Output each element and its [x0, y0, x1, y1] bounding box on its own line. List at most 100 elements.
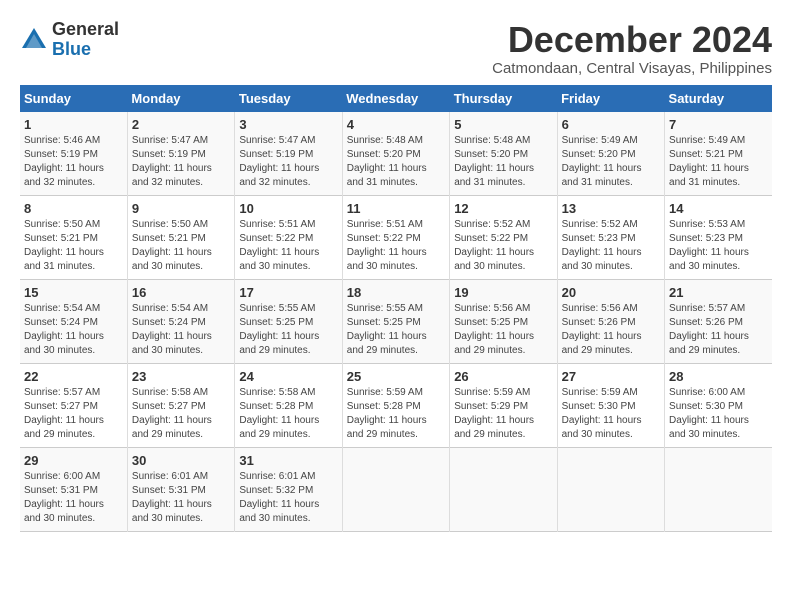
- day-info: Sunrise: 5:54 AMSunset: 5:24 PMDaylight:…: [24, 302, 123, 358]
- day-number: 10: [239, 201, 337, 216]
- day-number: 28: [669, 369, 768, 384]
- header-row: SundayMondayTuesdayWednesdayThursdayFrid…: [20, 85, 772, 112]
- day-info: Sunrise: 5:59 AMSunset: 5:29 PMDaylight:…: [454, 386, 552, 442]
- day-cell: 26 Sunrise: 5:59 AMSunset: 5:29 PMDayligh…: [450, 363, 557, 447]
- day-info: Sunrise: 5:50 AMSunset: 5:21 PMDaylight:…: [132, 218, 230, 274]
- logo-general: General: [52, 19, 119, 39]
- day-cell: 12 Sunrise: 5:52 AMSunset: 5:22 PMDayligh…: [450, 195, 557, 279]
- day-number: 23: [132, 369, 230, 384]
- logo-text: General Blue: [52, 20, 119, 60]
- day-cell: 21Sunrise: 5:57 AMSunset: 5:26 PMDayligh…: [665, 279, 772, 363]
- week-row-1: 1 Sunrise: 5:46 AMSunset: 5:19 PMDaylight…: [20, 112, 772, 196]
- day-number: 3: [239, 117, 337, 132]
- day-info: Sunrise: 5:50 AMSunset: 5:21 PMDaylight:…: [24, 218, 123, 274]
- day-cell: 14Sunrise: 5:53 AMSunset: 5:23 PMDayligh…: [665, 195, 772, 279]
- day-info: Sunrise: 5:51 AMSunset: 5:22 PMDaylight:…: [239, 218, 337, 274]
- logo-blue: Blue: [52, 39, 91, 59]
- day-cell: 8 Sunrise: 5:50 AMSunset: 5:21 PMDaylight…: [20, 195, 127, 279]
- day-number: 19: [454, 285, 552, 300]
- day-info: Sunrise: 6:01 AMSunset: 5:31 PMDaylight:…: [132, 470, 230, 526]
- day-cell: [665, 447, 772, 531]
- day-number: 7: [669, 117, 768, 132]
- day-number: 16: [132, 285, 230, 300]
- week-row-3: 15Sunrise: 5:54 AMSunset: 5:24 PMDayligh…: [20, 279, 772, 363]
- day-cell: 6 Sunrise: 5:49 AMSunset: 5:20 PMDaylight…: [557, 112, 664, 196]
- day-cell: 2 Sunrise: 5:47 AMSunset: 5:19 PMDaylight…: [127, 112, 234, 196]
- day-info: Sunrise: 6:01 AMSunset: 5:32 PMDaylight:…: [239, 470, 337, 526]
- calendar-subtitle: Catmondaan, Central Visayas, Philippines: [492, 60, 772, 77]
- day-cell: 19 Sunrise: 5:56 AMSunset: 5:25 PMDayligh…: [450, 279, 557, 363]
- day-cell: [342, 447, 449, 531]
- day-info: Sunrise: 5:52 AMSunset: 5:22 PMDaylight:…: [454, 218, 552, 274]
- day-info: Sunrise: 5:48 AMSunset: 5:20 PMDaylight:…: [454, 134, 552, 190]
- day-cell: 10 Sunrise: 5:51 AMSunset: 5:22 PMDayligh…: [235, 195, 342, 279]
- header: General Blue December 2024 Catmondaan, C…: [20, 20, 772, 77]
- day-cell: 23 Sunrise: 5:58 AMSunset: 5:27 PMDayligh…: [127, 363, 234, 447]
- day-cell: 31Sunrise: 6:01 AMSunset: 5:32 PMDayligh…: [235, 447, 342, 531]
- day-number: 22: [24, 369, 123, 384]
- day-header-sunday: Sunday: [20, 85, 127, 112]
- day-number: 30: [132, 453, 230, 468]
- day-cell: 15Sunrise: 5:54 AMSunset: 5:24 PMDayligh…: [20, 279, 127, 363]
- logo: General Blue: [20, 20, 119, 60]
- day-number: 8: [24, 201, 123, 216]
- day-cell: 30 Sunrise: 6:01 AMSunset: 5:31 PMDayligh…: [127, 447, 234, 531]
- title-section: December 2024 Catmondaan, Central Visaya…: [492, 20, 772, 77]
- week-row-5: 29 Sunrise: 6:00 AMSunset: 5:31 PMDayligh…: [20, 447, 772, 531]
- day-header-wednesday: Wednesday: [342, 85, 449, 112]
- day-cell: 5Sunrise: 5:48 AMSunset: 5:20 PMDaylight…: [450, 112, 557, 196]
- day-info: Sunrise: 5:47 AMSunset: 5:19 PMDaylight:…: [132, 134, 230, 190]
- day-info: Sunrise: 5:59 AMSunset: 5:28 PMDaylight:…: [347, 386, 445, 442]
- day-info: Sunrise: 5:52 AMSunset: 5:23 PMDaylight:…: [562, 218, 660, 274]
- day-info: Sunrise: 5:58 AMSunset: 5:28 PMDaylight:…: [239, 386, 337, 442]
- day-number: 29: [24, 453, 123, 468]
- day-cell: 3Sunrise: 5:47 AMSunset: 5:19 PMDaylight…: [235, 112, 342, 196]
- day-header-tuesday: Tuesday: [235, 85, 342, 112]
- day-info: Sunrise: 5:51 AMSunset: 5:22 PMDaylight:…: [347, 218, 445, 274]
- day-info: Sunrise: 5:54 AMSunset: 5:24 PMDaylight:…: [132, 302, 230, 358]
- day-info: Sunrise: 5:57 AMSunset: 5:26 PMDaylight:…: [669, 302, 768, 358]
- day-cell: 11 Sunrise: 5:51 AMSunset: 5:22 PMDayligh…: [342, 195, 449, 279]
- day-number: 1: [24, 117, 123, 132]
- day-cell: 1 Sunrise: 5:46 AMSunset: 5:19 PMDaylight…: [20, 112, 127, 196]
- day-number: 12: [454, 201, 552, 216]
- day-number: 6: [562, 117, 660, 132]
- day-info: Sunrise: 5:56 AMSunset: 5:26 PMDaylight:…: [562, 302, 660, 358]
- day-cell: 25Sunrise: 5:59 AMSunset: 5:28 PMDayligh…: [342, 363, 449, 447]
- day-info: Sunrise: 5:55 AMSunset: 5:25 PMDaylight:…: [239, 302, 337, 358]
- day-number: 20: [562, 285, 660, 300]
- day-info: Sunrise: 5:49 AMSunset: 5:20 PMDaylight:…: [562, 134, 660, 190]
- day-cell: 4 Sunrise: 5:48 AMSunset: 5:20 PMDaylight…: [342, 112, 449, 196]
- day-cell: [557, 447, 664, 531]
- day-info: Sunrise: 5:55 AMSunset: 5:25 PMDaylight:…: [347, 302, 445, 358]
- day-cell: 24 Sunrise: 5:58 AMSunset: 5:28 PMDayligh…: [235, 363, 342, 447]
- day-number: 26: [454, 369, 552, 384]
- day-number: 11: [347, 201, 445, 216]
- week-row-2: 8 Sunrise: 5:50 AMSunset: 5:21 PMDaylight…: [20, 195, 772, 279]
- day-number: 13: [562, 201, 660, 216]
- day-cell: 27Sunrise: 5:59 AMSunset: 5:30 PMDayligh…: [557, 363, 664, 447]
- day-number: 9: [132, 201, 230, 216]
- day-number: 4: [347, 117, 445, 132]
- day-number: 18: [347, 285, 445, 300]
- logo-icon: [20, 26, 48, 54]
- calendar-title: December 2024: [492, 20, 772, 60]
- day-info: Sunrise: 5:57 AMSunset: 5:27 PMDaylight:…: [24, 386, 123, 442]
- day-number: 2: [132, 117, 230, 132]
- day-info: Sunrise: 5:48 AMSunset: 5:20 PMDaylight:…: [347, 134, 445, 190]
- day-info: Sunrise: 5:58 AMSunset: 5:27 PMDaylight:…: [132, 386, 230, 442]
- day-info: Sunrise: 5:46 AMSunset: 5:19 PMDaylight:…: [24, 134, 123, 190]
- day-info: Sunrise: 5:56 AMSunset: 5:25 PMDaylight:…: [454, 302, 552, 358]
- day-cell: 13 Sunrise: 5:52 AMSunset: 5:23 PMDayligh…: [557, 195, 664, 279]
- day-header-saturday: Saturday: [665, 85, 772, 112]
- day-cell: 16 Sunrise: 5:54 AMSunset: 5:24 PMDayligh…: [127, 279, 234, 363]
- day-cell: 29 Sunrise: 6:00 AMSunset: 5:31 PMDayligh…: [20, 447, 127, 531]
- day-header-monday: Monday: [127, 85, 234, 112]
- day-number: 24: [239, 369, 337, 384]
- day-cell: 7Sunrise: 5:49 AMSunset: 5:21 PMDaylight…: [665, 112, 772, 196]
- day-cell: 18 Sunrise: 5:55 AMSunset: 5:25 PMDayligh…: [342, 279, 449, 363]
- day-cell: 17Sunrise: 5:55 AMSunset: 5:25 PMDayligh…: [235, 279, 342, 363]
- day-cell: [450, 447, 557, 531]
- day-cell: 20 Sunrise: 5:56 AMSunset: 5:26 PMDayligh…: [557, 279, 664, 363]
- day-info: Sunrise: 6:00 AMSunset: 5:31 PMDaylight:…: [24, 470, 123, 526]
